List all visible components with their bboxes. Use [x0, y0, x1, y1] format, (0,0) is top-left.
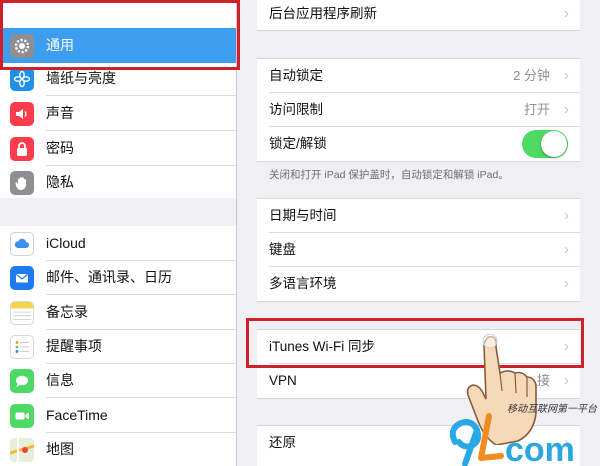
sidebar-item-messages[interactable]: 信息	[0, 363, 236, 398]
video-icon	[10, 404, 34, 428]
sidebar-group-2: iCloud 邮件、通讯录、日历 备忘录 提醒事项 信息 FaceTime 地图	[0, 226, 236, 466]
flower-icon	[10, 67, 34, 91]
settings-group-date-keyboard: 日期与时间 › 键盘 › 多语言环境 ›	[257, 198, 580, 302]
row-label: 后台应用程序刷新	[269, 6, 377, 21]
row-label: 自动锁定	[269, 68, 323, 83]
chevron-right-icon: ›	[564, 275, 569, 292]
lock-icon	[10, 137, 34, 161]
row-label: VPN	[269, 373, 297, 388]
row-value: 接	[536, 373, 550, 388]
lock-footnote: 关闭和打开 iPad 保护盖时，自动锁定和解锁 iPad。	[269, 169, 509, 181]
notes-icon	[10, 301, 34, 325]
general-settings-pane: 后台应用程序刷新 › 自动锁定 2 分钟 › 访问限制 打开 › 锁定/解锁 关…	[237, 0, 600, 466]
mail-icon	[10, 266, 34, 290]
sidebar-item-label: 隐私	[46, 174, 74, 190]
settings-group-background-refresh: 后台应用程序刷新 ›	[257, 0, 580, 31]
row-label: 还原	[269, 435, 296, 450]
row-value: 打开	[523, 102, 550, 117]
message-icon	[10, 369, 34, 393]
sidebar-item-passcode[interactable]: 密码	[0, 131, 236, 166]
row-label: 键盘	[269, 242, 296, 257]
lock-unlock-toggle[interactable]	[522, 130, 568, 158]
highlight-box-general	[0, 0, 240, 70]
sidebar-item-reminders[interactable]: 提醒事项	[0, 329, 236, 364]
sidebar-item-mail-contacts-calendars[interactable]: 邮件、通讯录、日历	[0, 260, 236, 295]
sidebar-item-privacy[interactable]: 隐私	[0, 165, 236, 200]
chevron-right-icon: ›	[564, 67, 569, 84]
sidebar-item-label: 邮件、通讯录、日历	[46, 269, 172, 285]
sidebar-item-icloud[interactable]: iCloud	[0, 226, 236, 261]
row-value: 2 分钟	[513, 68, 550, 83]
chevron-right-icon: ›	[564, 241, 569, 258]
sidebar-item-label: 信息	[46, 372, 74, 388]
speaker-icon	[10, 102, 34, 126]
watermark-slogan: 移动互联网第一平台	[507, 404, 597, 415]
background-app-refresh-row[interactable]: 后台应用程序刷新 ›	[257, 0, 580, 31]
chevron-right-icon: ›	[564, 207, 569, 224]
sidebar-item-label: FaceTime	[46, 407, 108, 423]
row-label: 访问限制	[269, 102, 323, 117]
date-time-row[interactable]: 日期与时间 ›	[257, 199, 580, 233]
cloud-icon	[10, 232, 34, 256]
auto-lock-row[interactable]: 自动锁定 2 分钟 ›	[257, 59, 580, 93]
chevron-right-icon: ›	[564, 372, 569, 389]
sidebar-item-label: 密码	[46, 140, 74, 156]
sidebar-item-label: 提醒事项	[46, 338, 102, 354]
sidebar-item-label: iCloud	[46, 235, 86, 251]
chevron-right-icon: ›	[564, 101, 569, 118]
toggle-knob	[541, 131, 567, 157]
site-logo: com	[449, 413, 575, 466]
reminders-icon	[10, 335, 34, 359]
site-watermark: com 移动互联网第一平台	[445, 398, 600, 466]
row-label: 日期与时间	[269, 208, 337, 223]
keyboard-row[interactable]: 键盘 ›	[257, 233, 580, 267]
svg-text:com: com	[505, 431, 575, 466]
row-label: 多语言环境	[269, 276, 337, 291]
sidebar-item-notes[interactable]: 备忘录	[0, 295, 236, 330]
sidebar-item-sounds[interactable]: 声音	[0, 96, 236, 131]
sidebar-item-label: 地图	[46, 441, 74, 457]
sidebar-item-maps[interactable]: 地图	[0, 432, 236, 466]
sidebar-item-label: 声音	[46, 105, 74, 121]
row-label: 锁定/解锁	[269, 136, 327, 151]
map-icon	[10, 438, 34, 462]
hand-icon	[10, 171, 34, 195]
settings-group-lock: 自动锁定 2 分钟 › 访问限制 打开 › 锁定/解锁	[257, 58, 580, 162]
lock-unlock-row: 锁定/解锁	[257, 127, 580, 161]
restrictions-row[interactable]: 访问限制 打开 ›	[257, 93, 580, 127]
international-row[interactable]: 多语言环境 ›	[257, 267, 580, 301]
chevron-right-icon: ›	[564, 5, 569, 22]
sidebar-item-facetime[interactable]: FaceTime	[0, 398, 236, 433]
sidebar-item-label: 备忘录	[46, 304, 88, 320]
